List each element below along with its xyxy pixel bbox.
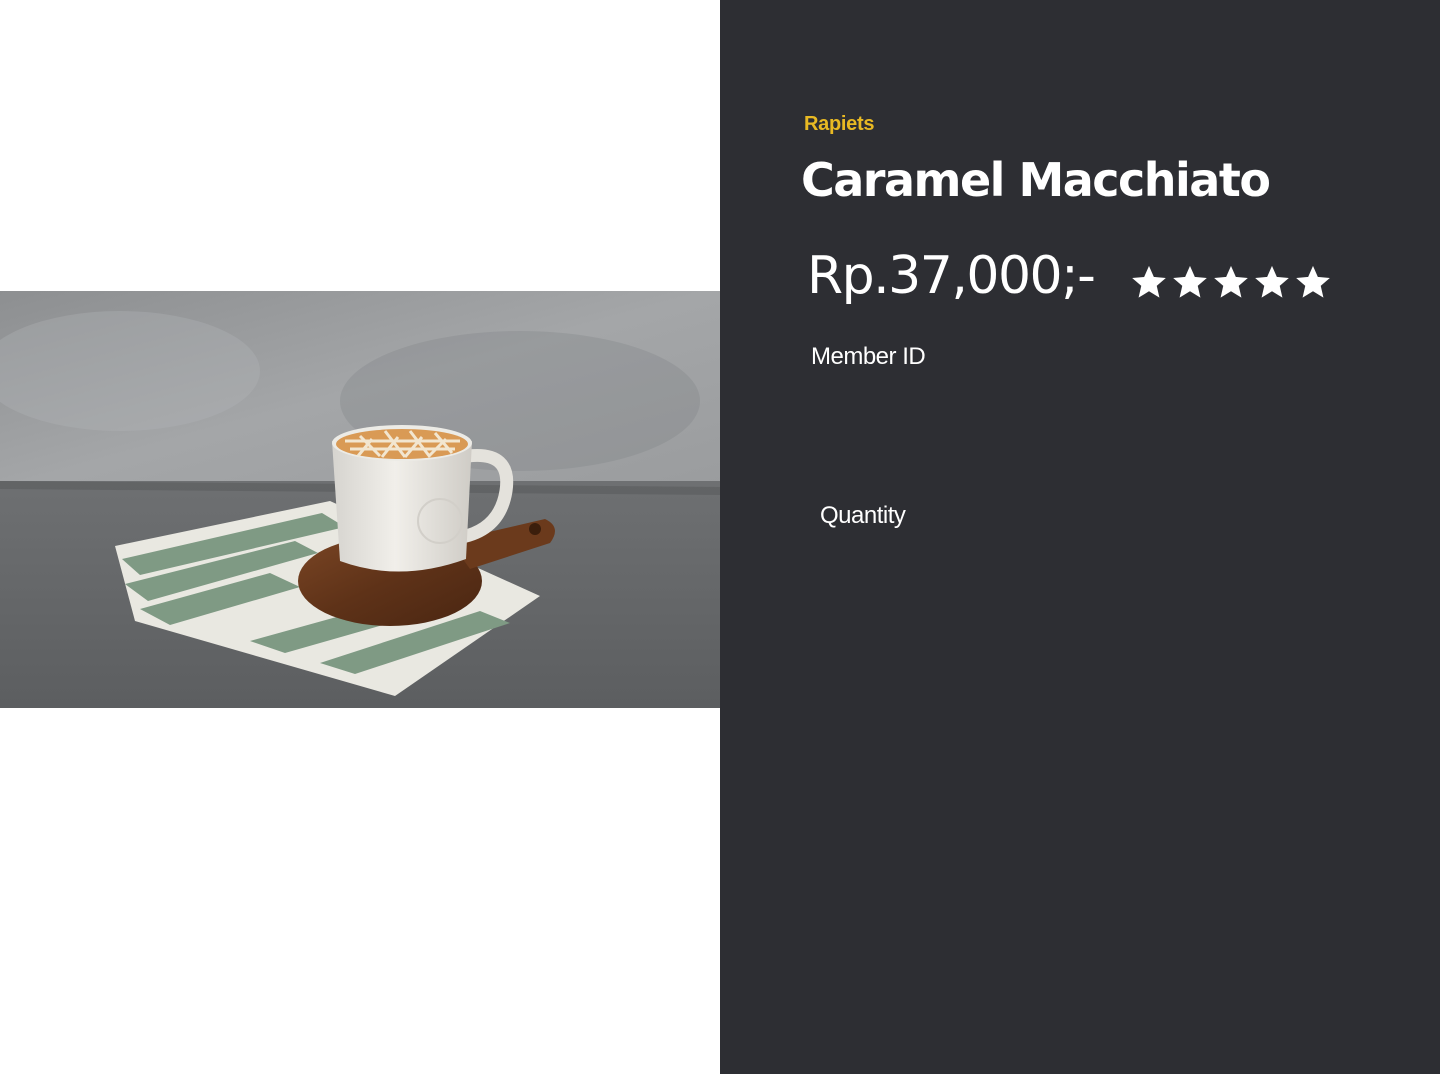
brand-name: Rapiets [804,113,875,135]
star-icon [1173,265,1208,298]
product-title: Caramel Macchiato [801,153,1271,207]
coffee-mug-image [0,291,720,708]
member-id-label: Member ID [811,343,926,370]
product-image-pane [0,0,720,1074]
star-icon [1132,265,1167,298]
star-icon [1255,265,1290,298]
product-photo [0,291,720,708]
price-row: Rp.37,000;- [807,246,1332,306]
product-details-panel: Rapiets Caramel Macchiato Rp.37,000;- Me… [720,0,1440,1074]
product-price: Rp.37,000;- [807,246,1096,306]
quantity-label: Quantity [820,502,906,529]
star-icon [1296,265,1331,298]
star-icon [1214,265,1249,298]
star-rating [1130,264,1332,300]
